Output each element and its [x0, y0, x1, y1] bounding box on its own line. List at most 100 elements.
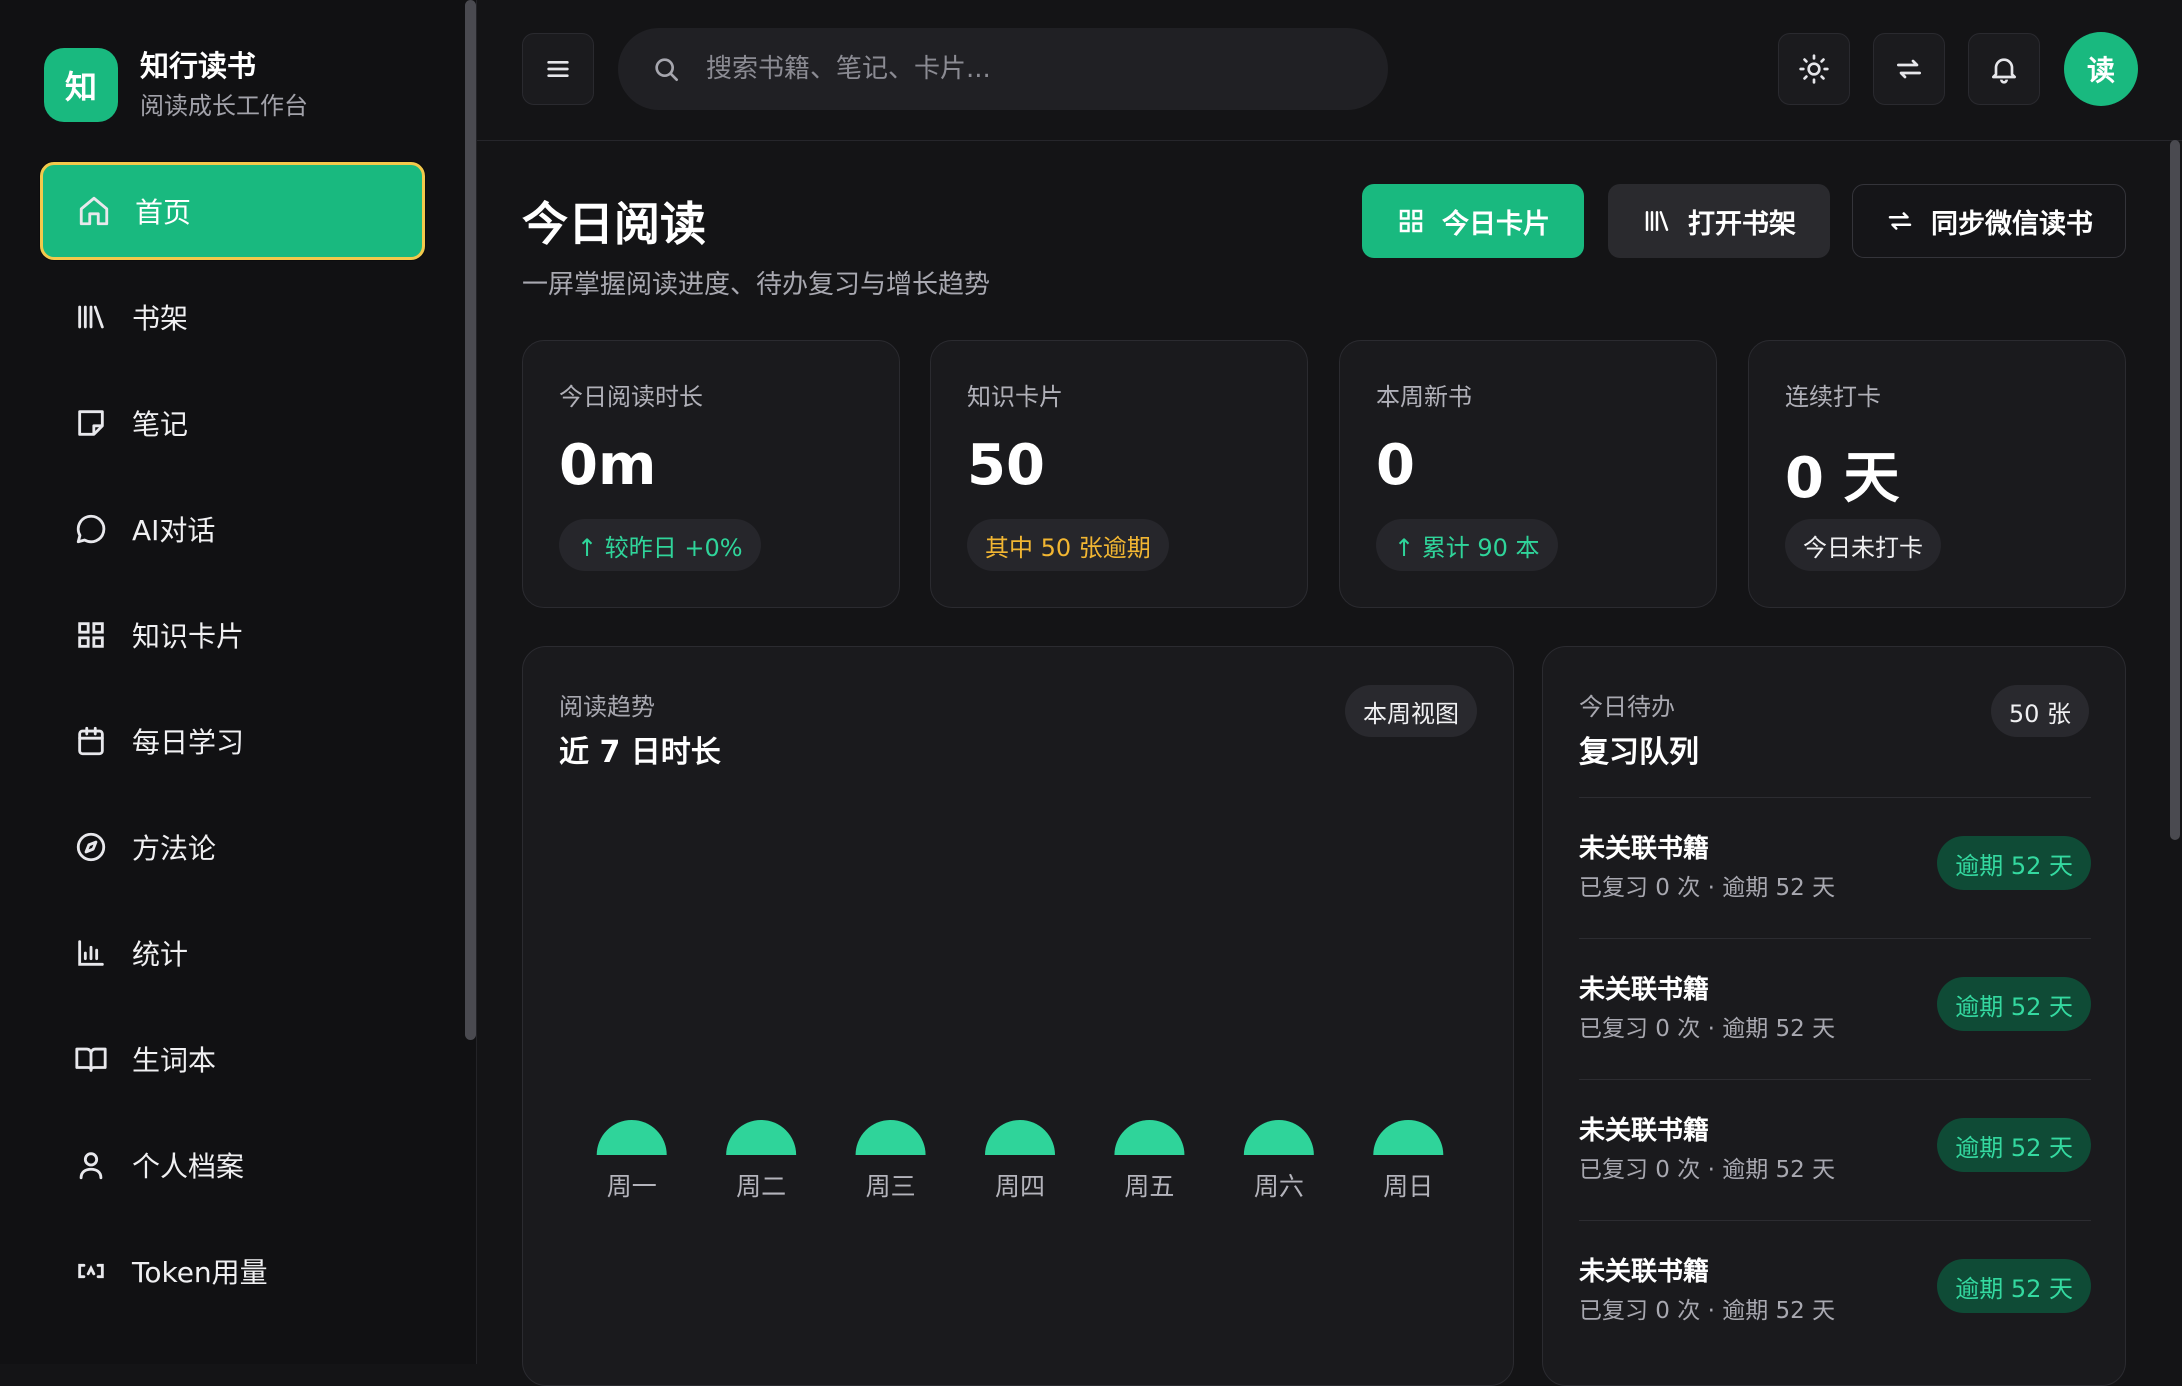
today-cards-label: 今日卡片 — [1442, 208, 1550, 240]
list-item[interactable]: 未关联书籍 已复习 0 次 · 逾期 52 天 逾期 52 天 — [1579, 1220, 2091, 1361]
sync-weread-button[interactable]: 同步微信读书 — [1852, 184, 2126, 258]
user-icon — [74, 1148, 108, 1182]
sidebar-item-label: 知识卡片 — [132, 620, 245, 653]
brand[interactable]: 知 知行读书 阅读成长工作台 — [44, 46, 308, 124]
compass-icon — [74, 830, 108, 864]
x-tick-label: 周一 — [607, 1172, 657, 1201]
sidebar-item-notes[interactable]: 笔记 — [40, 374, 425, 472]
search-input[interactable] — [704, 53, 1348, 85]
overdue-badge: 逾期 52 天 — [1937, 1259, 2091, 1313]
chart-bar[interactable] — [596, 1120, 667, 1155]
stat-delta-badge: ↑ 较昨日 +0% — [559, 519, 761, 571]
avatar[interactable]: 读 — [2064, 32, 2138, 106]
sidebar-item-token-usage[interactable]: Token用量 — [40, 1222, 425, 1320]
home-icon — [77, 194, 111, 228]
stat-label: 连续打卡 — [1785, 383, 1881, 411]
stat-card-streak: 连续打卡 0 天 今日未打卡 — [1748, 340, 2126, 608]
sidebar-item-bookshelf[interactable]: 书架 — [40, 268, 425, 366]
menu-icon — [542, 53, 574, 85]
sidebar-item-label: 每日学习 — [132, 726, 245, 759]
library-icon — [74, 300, 108, 334]
sidebar-item-profile[interactable]: 个人档案 — [40, 1116, 425, 1214]
reading-trend-chart: 周一 周二 周三 周四 周五 周六 周日 — [596, 1120, 1444, 1201]
search-bar[interactable] — [618, 28, 1388, 110]
sync-weread-label: 同步微信读书 — [1931, 208, 2093, 240]
brand-text: 知行读书 阅读成长工作台 — [140, 46, 308, 124]
sidebar-item-label: 统计 — [132, 938, 189, 971]
x-tick-label: 周日 — [1383, 1172, 1433, 1201]
stat-value: 0m — [559, 433, 657, 498]
chart-bar[interactable] — [855, 1120, 926, 1155]
x-tick-label: 周四 — [995, 1172, 1045, 1201]
queue-item-meta: 已复习 0 次 · 逾期 52 天 — [1579, 1157, 1836, 1183]
x-tick-label: 周五 — [1124, 1172, 1174, 1201]
queue-count-badge: 50 张 — [1990, 685, 2089, 737]
stat-card-new-books: 本周新书 0 ↑ 累计 90 本 — [1339, 340, 1717, 608]
queue-item-meta: 已复习 0 次 · 逾期 52 天 — [1579, 875, 1836, 901]
sidebar-item-ai-chat[interactable]: AI对话 — [40, 480, 425, 578]
theme-toggle-button[interactable] — [1778, 33, 1850, 105]
stat-checkin-badge: 今日未打卡 — [1785, 519, 1941, 571]
open-bookshelf-button[interactable]: 打开书架 — [1608, 184, 1830, 258]
sidebar-item-stats[interactable]: 统计 — [40, 904, 425, 1002]
sidebar-scrollbar[interactable] — [465, 0, 476, 1040]
sidebar-item-daily-study[interactable]: 每日学习 — [40, 692, 425, 790]
overdue-badge: 逾期 52 天 — [1937, 1118, 2091, 1172]
note-icon — [74, 406, 108, 440]
panel-kicker: 今日待办 — [1579, 693, 1675, 721]
sidebar-item-vocabulary[interactable]: 生词本 — [40, 1010, 425, 1108]
stat-value: 50 — [967, 433, 1045, 498]
sun-icon — [1798, 53, 1830, 85]
library-icon — [1642, 206, 1688, 236]
token-icon — [74, 1254, 108, 1288]
book-open-icon — [74, 1042, 108, 1076]
menu-toggle-button[interactable] — [522, 33, 594, 105]
x-tick-label: 周二 — [736, 1172, 786, 1201]
stat-label: 本周新书 — [1376, 383, 1472, 411]
grid-icon — [74, 618, 108, 652]
stat-value: 0 — [1376, 433, 1415, 498]
bar-chart-icon — [74, 936, 108, 970]
queue-item-title: 未关联书籍 — [1579, 1116, 1710, 1146]
calendar-icon — [74, 724, 108, 758]
search-icon — [618, 53, 704, 85]
sidebar-item-label: 方法论 — [132, 832, 217, 865]
sidebar-item-label: AI对话 — [132, 514, 216, 547]
chart-bar[interactable] — [1114, 1120, 1185, 1155]
x-tick-label: 周三 — [866, 1172, 916, 1201]
sidebar-item-home[interactable]: 首页 — [40, 162, 425, 260]
stat-card-knowledge-cards: 知识卡片 50 其中 50 张逾期 — [930, 340, 1308, 608]
page-title: 今日阅读 — [522, 197, 706, 251]
sidebar-item-label: 生词本 — [132, 1044, 217, 1077]
panel-title: 复习队列 — [1579, 735, 1699, 770]
list-item[interactable]: 未关联书籍 已复习 0 次 · 逾期 52 天 逾期 52 天 — [1579, 938, 2091, 1079]
chart-bar[interactable] — [1243, 1120, 1314, 1155]
brand-subtitle: 阅读成长工作台 — [140, 92, 308, 120]
stat-card-reading-time: 今日阅读时长 0m ↑ 较昨日 +0% — [522, 340, 900, 608]
notifications-button[interactable] — [1968, 33, 2040, 105]
queue-item-title: 未关联书籍 — [1579, 1257, 1710, 1287]
overdue-badge: 逾期 52 天 — [1937, 977, 2091, 1031]
today-cards-button[interactable]: 今日卡片 — [1362, 184, 1584, 258]
open-bookshelf-label: 打开书架 — [1688, 208, 1796, 240]
queue-item-meta: 已复习 0 次 · 逾期 52 天 — [1579, 1016, 1836, 1042]
sync-button[interactable] — [1873, 33, 1945, 105]
main-scrollbar[interactable] — [2170, 140, 2180, 840]
sidebar-item-knowledge-cards[interactable]: 知识卡片 — [40, 586, 425, 684]
repeat-icon — [1885, 206, 1931, 236]
stat-label: 今日阅读时长 — [559, 383, 703, 411]
queue-item-meta: 已复习 0 次 · 逾期 52 天 — [1579, 1298, 1836, 1324]
stat-total-badge: ↑ 累计 90 本 — [1376, 519, 1558, 571]
chart-bar[interactable] — [1373, 1120, 1444, 1155]
sidebar-nav: 首页 书架 笔记 AI对话 知识卡片 每日学习 方法论 统计 生词本 个人档案 … — [40, 162, 425, 1328]
brand-logo: 知 — [44, 48, 118, 122]
grid-icon — [1396, 206, 1442, 236]
chart-bar[interactable] — [985, 1120, 1055, 1155]
review-queue-list: 未关联书籍 已复习 0 次 · 逾期 52 天 逾期 52 天 未关联书籍 已复… — [1579, 797, 2091, 1361]
sidebar-item-methodology[interactable]: 方法论 — [40, 798, 425, 896]
chart-bar[interactable] — [726, 1120, 797, 1155]
list-item[interactable]: 未关联书籍 已复习 0 次 · 逾期 52 天 逾期 52 天 — [1579, 797, 2091, 938]
list-item[interactable]: 未关联书籍 已复习 0 次 · 逾期 52 天 逾期 52 天 — [1579, 1079, 2091, 1220]
repeat-icon — [1893, 53, 1925, 85]
x-tick-label: 周六 — [1254, 1172, 1304, 1201]
